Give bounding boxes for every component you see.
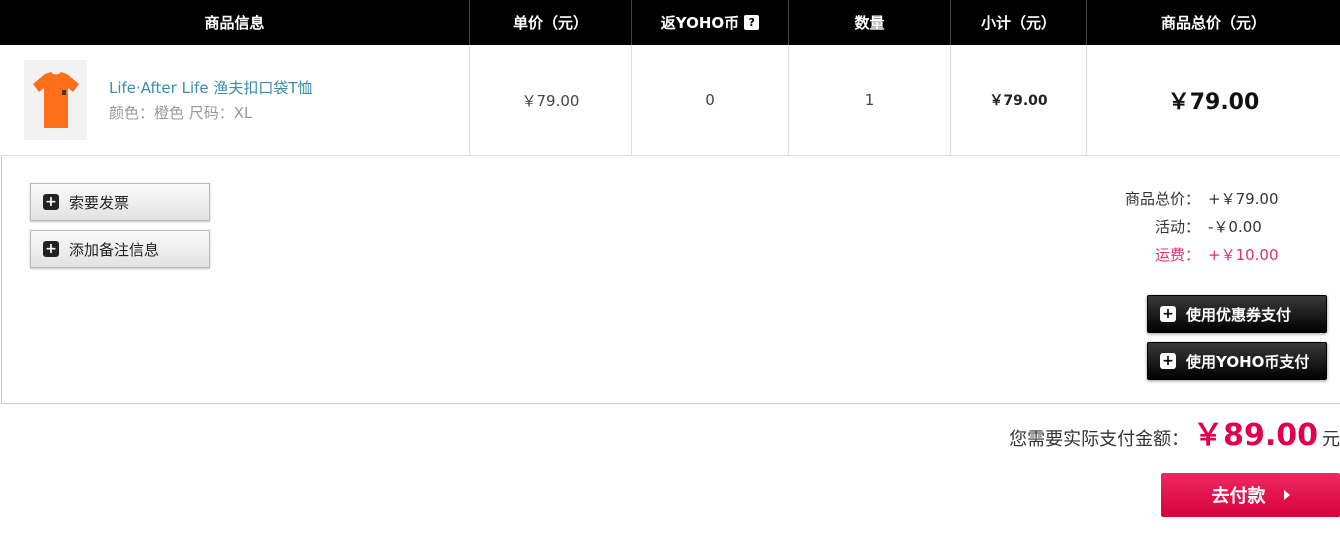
- price-breakdown: 商品总价： +￥79.00 活动： -￥0.00 运费： +￥10.00: [1118, 184, 1288, 268]
- use-coupon-label: 使用优惠券支付: [1186, 305, 1292, 324]
- shipping-line: 运费： +￥10.00: [1118, 240, 1288, 268]
- total-cell: ￥79.00: [1087, 45, 1340, 155]
- goods-total-line: 商品总价： +￥79.00: [1118, 184, 1288, 212]
- plus-icon: +: [43, 194, 59, 210]
- goods-total-label: 商品总价：: [1124, 189, 1200, 208]
- cart-table-header: 商品信息 单价（元） 返YOHO币 ? 数量 小计（元） 商品总价（元）: [0, 0, 1340, 45]
- header-product: 商品信息: [0, 0, 470, 45]
- payable-amount: ￥89.00: [1193, 418, 1318, 453]
- tshirt-icon: [32, 72, 79, 128]
- product-info: Life·After Life 渔夫扣口袋T恤 颜色：橙色 尺码：XL: [109, 77, 313, 123]
- product-image[interactable]: [24, 60, 87, 140]
- product-name-link[interactable]: Life·After Life 渔夫扣口袋T恤: [109, 77, 313, 98]
- header-quantity: 数量: [789, 0, 951, 45]
- shipping-label: 运费：: [1154, 245, 1200, 264]
- quantity-value: 1: [789, 45, 951, 155]
- activity-line: 活动： -￥0.00: [1118, 212, 1288, 240]
- unit-price: ￥79.00: [470, 45, 632, 155]
- shipping-value: +￥10.00: [1208, 245, 1279, 264]
- product-cell: Life·After Life 渔夫扣口袋T恤 颜色：橙色 尺码：XL: [1, 45, 470, 155]
- product-attributes: 颜色：橙色 尺码：XL: [109, 104, 253, 122]
- request-invoice-label: 索要发票: [69, 193, 130, 212]
- payable-amount-line: 您需要实际支付金额： ￥89.00 元: [1009, 410, 1340, 454]
- header-yoho-coin-label: 返YOHO币: [660, 14, 740, 32]
- help-icon[interactable]: ?: [744, 15, 760, 30]
- subtotal-cell: ￥79.00: [951, 45, 1087, 155]
- plus-icon: +: [1160, 306, 1176, 322]
- header-unit-price: 单价（元）: [470, 0, 632, 45]
- payable-label: 您需要实际支付金额：: [1009, 429, 1190, 450]
- add-remark-label: 添加备注信息: [69, 240, 160, 259]
- activity-label: 活动：: [1154, 217, 1200, 236]
- go-pay-label: 去付款: [1211, 486, 1266, 507]
- header-yoho-coin: 返YOHO币 ?: [632, 0, 789, 45]
- order-summary-panel: + 索要发票 + 添加备注信息 商品总价： +￥79.00 活动： -￥0.00…: [1, 156, 1340, 404]
- cart-item-row: Life·After Life 渔夫扣口袋T恤 颜色：橙色 尺码：XL ￥79.…: [1, 45, 1340, 156]
- use-yoho-coin-button[interactable]: + 使用YOHO币支付: [1147, 342, 1327, 380]
- use-yoho-coin-label: 使用YOHO币支付: [1186, 352, 1310, 371]
- subtotal-value: ￥79.00: [989, 93, 1048, 109]
- activity-value: -￥0.00: [1208, 217, 1262, 236]
- payable-unit: 元: [1322, 429, 1340, 450]
- use-coupon-button[interactable]: + 使用优惠券支付: [1147, 295, 1327, 333]
- add-remark-button[interactable]: + 添加备注信息: [30, 230, 210, 268]
- go-pay-button[interactable]: 去付款: [1161, 473, 1340, 517]
- caret-right-icon: [1283, 490, 1290, 500]
- plus-icon: +: [1160, 353, 1176, 369]
- header-subtotal: 小计（元）: [951, 0, 1087, 45]
- goods-total-value: +￥79.00: [1208, 189, 1279, 208]
- plus-icon: +: [43, 241, 59, 257]
- request-invoice-button[interactable]: + 索要发票: [30, 183, 210, 221]
- header-total: 商品总价（元）: [1160, 14, 1266, 32]
- yoho-coin-value: 0: [632, 45, 789, 155]
- total-value: ￥79.00: [1167, 90, 1260, 115]
